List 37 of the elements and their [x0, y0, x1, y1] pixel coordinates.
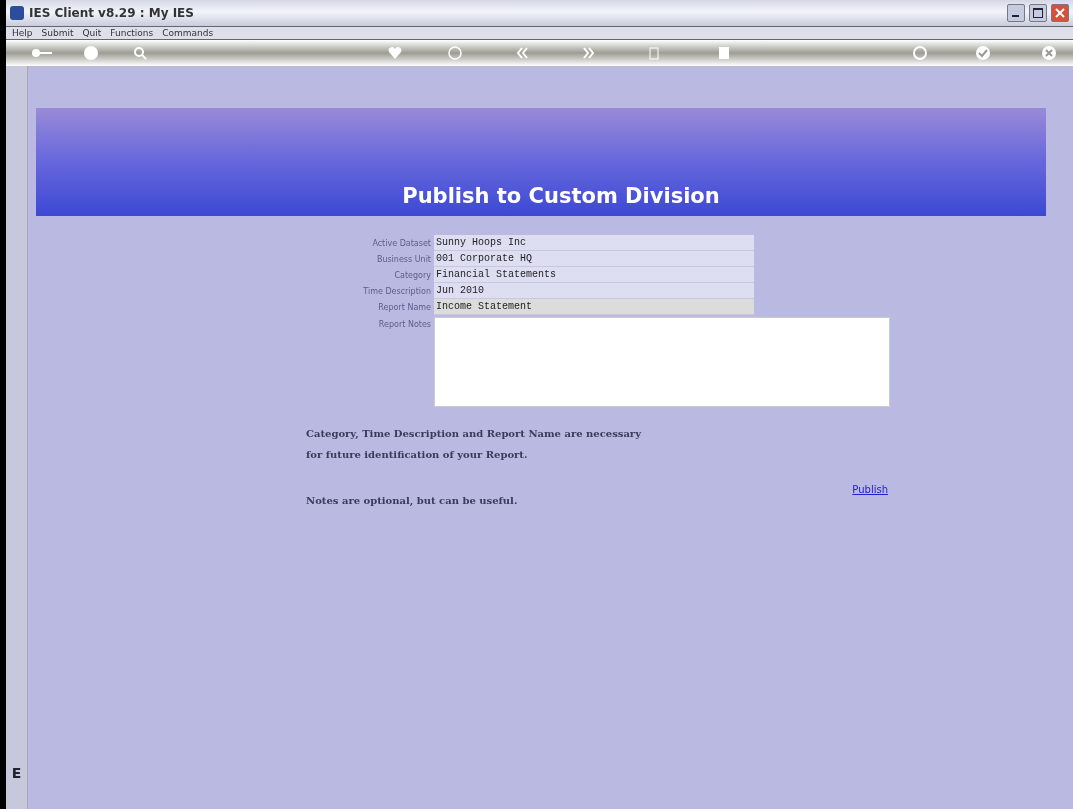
maximize-button[interactable]: [1029, 4, 1047, 22]
field-label: Business Unit: [375, 254, 432, 264]
message-text: Category, Time Description and Report Name are necessary: [306, 427, 642, 441]
input-field[interactable]: Sunny Hoops Inc: [434, 235, 754, 251]
field-label: Time Description: [362, 286, 432, 296]
minimize-button[interactable]: [1007, 4, 1025, 22]
cancel-icon[interactable]: [1041, 45, 1057, 61]
field-label: Report Name: [377, 302, 432, 312]
input-field[interactable]: Financial Statements: [434, 267, 754, 283]
message-text: Notes are optional, but can be useful.: [306, 495, 519, 506]
notes-field[interactable]: [434, 317, 890, 407]
field-label: Report Notes: [377, 319, 432, 331]
menu-item[interactable]: Submit: [41, 28, 74, 38]
menu-item[interactable]: Commands: [162, 28, 214, 38]
field-label: Category: [393, 270, 432, 280]
field-label: Active Dataset: [371, 238, 432, 248]
app-icon: [10, 6, 24, 20]
input-field[interactable]: Income Statement: [434, 299, 754, 315]
square-icon[interactable]: [716, 45, 732, 61]
menu-item[interactable]: Help: [12, 28, 33, 38]
check-icon[interactable]: [975, 45, 991, 61]
window-title: IES Client v8.29 : My IES: [29, 6, 194, 20]
menu-item[interactable]: Functions: [110, 28, 154, 38]
rewind-icon[interactable]: [514, 45, 530, 61]
page-title: Publish to Custom Division: [402, 184, 720, 208]
panel-letter: E: [11, 765, 22, 781]
search-icon[interactable]: [132, 45, 148, 61]
maximize-icon: [1033, 8, 1043, 18]
close-button[interactable]: [1051, 4, 1069, 22]
message-text: for future identification of your Report.: [306, 448, 529, 462]
heart-icon[interactable]: [387, 45, 403, 61]
menu-item[interactable]: Quit: [82, 28, 102, 38]
publish-link[interactable]: Publish: [852, 484, 888, 495]
input-field[interactable]: Jun 2010: [434, 283, 754, 299]
forward-icon[interactable]: [581, 45, 597, 61]
close-icon: [1055, 8, 1065, 18]
input-field[interactable]: 001 Corporate HQ: [434, 251, 754, 267]
